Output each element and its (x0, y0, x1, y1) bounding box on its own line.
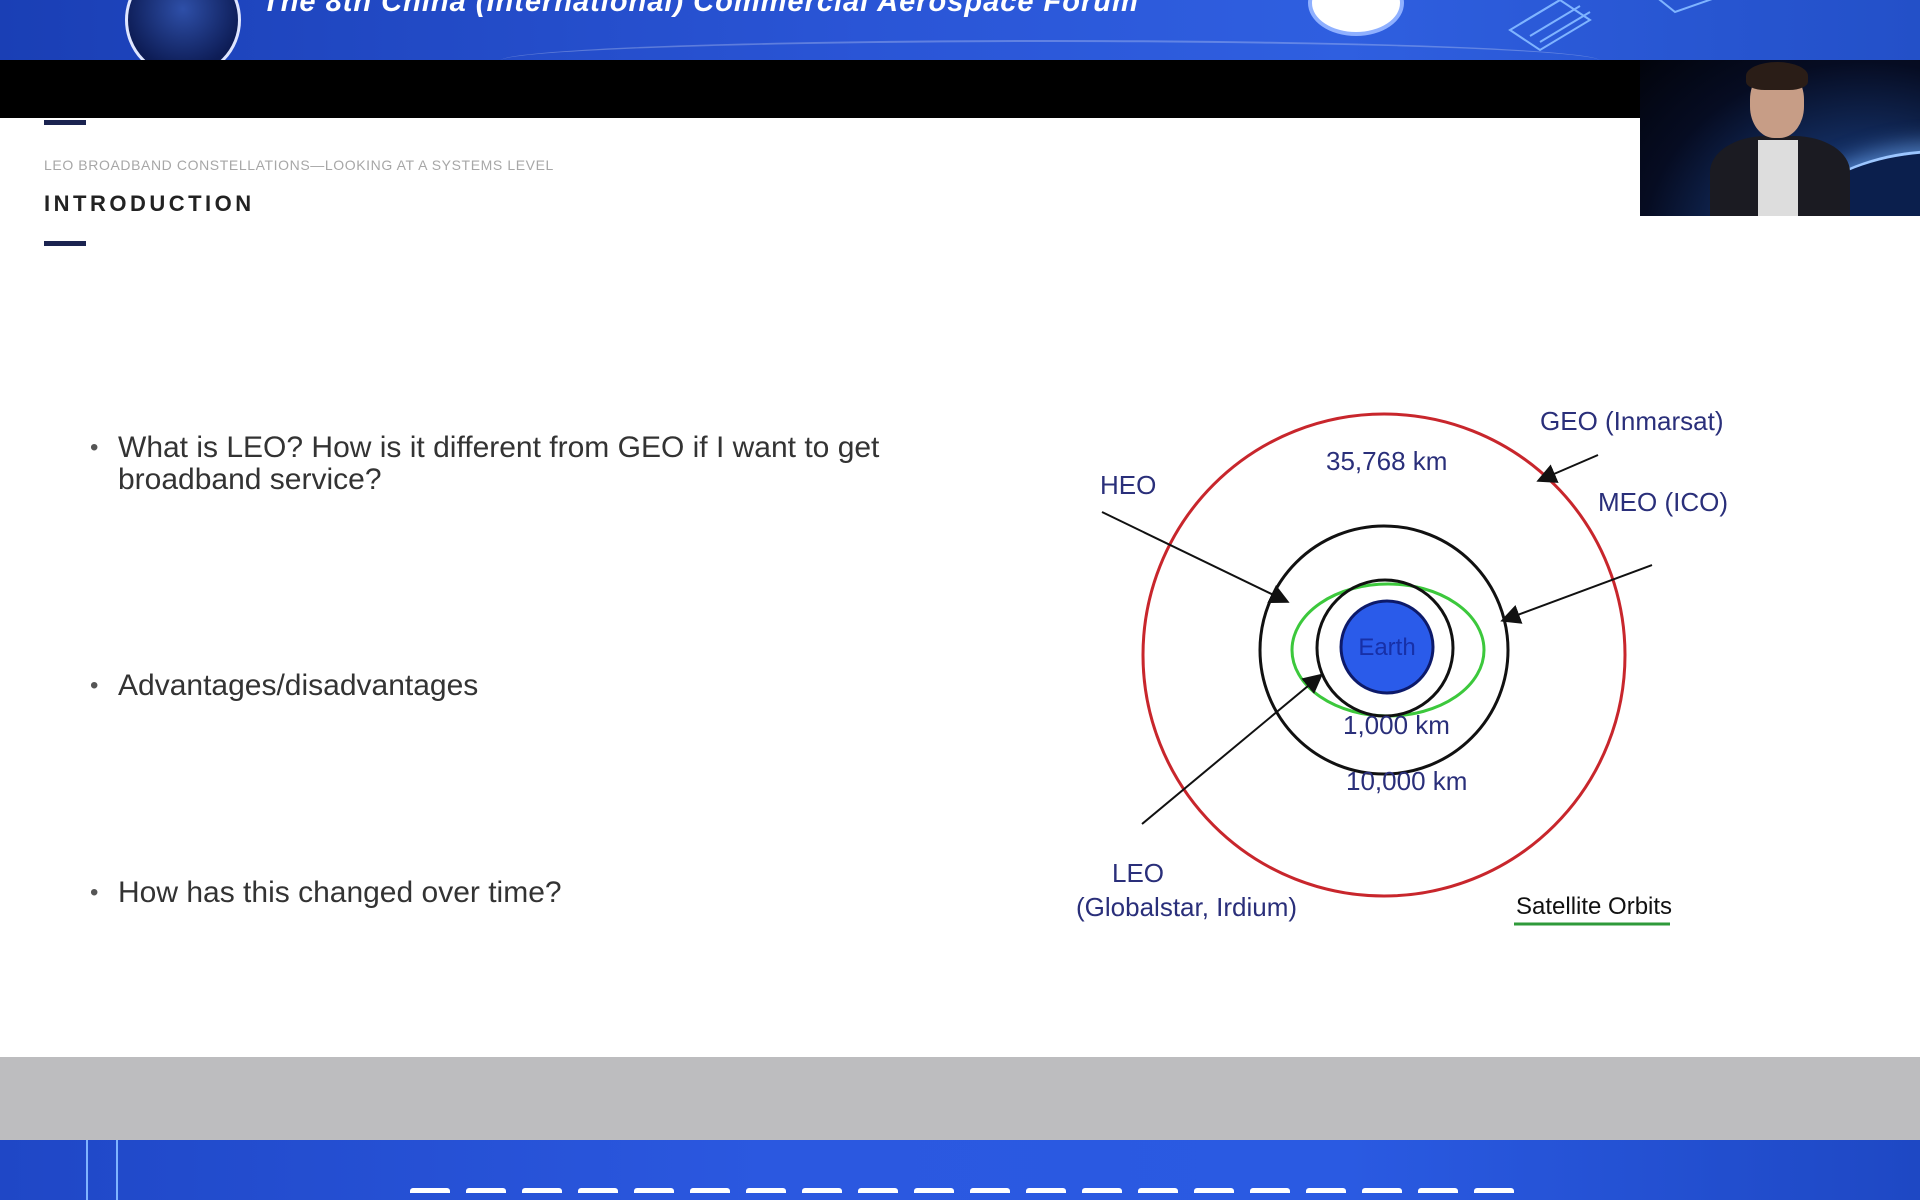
slide-subtitle: LEO BROADBAND CONSTELLATIONS—LOOKING AT … (44, 157, 554, 173)
bullet-item: Advantages/disadvantages (88, 670, 918, 703)
accent-rule-top (44, 120, 86, 125)
heo-label: HEO (1100, 470, 1156, 500)
leo-altitude-label: 1,000 km (1343, 710, 1450, 740)
geo-arrow (1536, 454, 1599, 483)
bottom-banner (0, 1140, 1920, 1200)
geo-altitude-label: 35,768 km (1326, 446, 1447, 476)
speaker-shirt (1758, 140, 1798, 216)
banner-decoration (500, 40, 1600, 60)
heo-arrow (1101, 511, 1290, 604)
diagram-caption: Satellite Orbits (1516, 893, 1672, 920)
slide-title: INTRODUCTION (44, 191, 255, 216)
banner-title: The 8th China (International) Commercial… (262, 0, 1139, 18)
leo-label: LEO (1112, 858, 1164, 888)
top-banner: The 8th China (International) Commercial… (0, 0, 1920, 60)
speaker-webcam (1640, 60, 1920, 216)
meo-arrow (1500, 564, 1653, 624)
meo-altitude-label: 10,000 km (1346, 766, 1467, 796)
meo-label: MEO (ICO) (1598, 487, 1728, 517)
leo-arrow (1141, 673, 1324, 825)
bullet-item: How has this changed over time? (88, 877, 918, 910)
leo-examples-label: (Globalstar, Irdium) (1076, 892, 1297, 922)
forum-logo-icon (125, 0, 241, 60)
subtitle-caption-strip (410, 1188, 1550, 1200)
earth-label: Earth (1358, 634, 1415, 661)
geo-label: GEO (Inmarsat) (1540, 406, 1723, 436)
grey-band (0, 1057, 1920, 1140)
tower-icon (86, 1140, 118, 1200)
orbit-diagram: Earth GEO (Inmarsat) 35,768 km HEO MEO (… (1040, 390, 1780, 950)
partner-emblem-icon (1308, 0, 1404, 36)
orbit-diagram-svg: Earth GEO (Inmarsat) 35,768 km HEO MEO (… (1076, 406, 1728, 926)
speaker-hair (1746, 62, 1808, 90)
black-bar (0, 60, 1920, 118)
satellite-icon (1508, 0, 1713, 52)
accent-rule-bottom (44, 241, 86, 246)
bullet-item: What is LEO? How is it different from GE… (88, 432, 918, 496)
